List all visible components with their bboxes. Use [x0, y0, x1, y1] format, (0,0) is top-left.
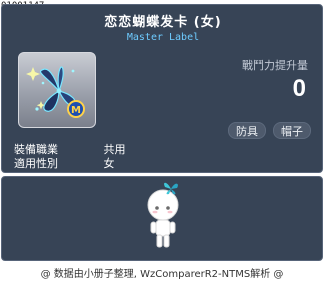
item-icon-frame: M — [18, 52, 96, 128]
power-increase-label: 戰鬥力提升量 — [242, 59, 308, 72]
item-label: Master Label — [126, 32, 200, 43]
category-tag-hat: 帽子 — [273, 122, 311, 139]
footer-credit: @ 数据由小册子整理, WzComparerR2-NTMS解析 @ — [40, 269, 284, 280]
power-increase-value: 0 — [292, 75, 306, 102]
character-preview — [147, 182, 179, 248]
item-name: 恋恋蝴蝶发卡 (女) — [104, 15, 222, 30]
gender-row: 適用性別 女 — [14, 155, 115, 171]
gender-label: 適用性別 — [14, 157, 58, 170]
item-tooltip-panel: 恋恋蝴蝶发卡 (女) Master Label M 戰鬥力提升量 0 防具 帽子… — [1, 4, 323, 173]
svg-text:M: M — [71, 105, 81, 116]
butterfly-hairpin-icon: M — [26, 66, 85, 118]
gender-value: 女 — [103, 157, 115, 170]
master-medal-icon: M — [67, 100, 85, 118]
character-preview-panel — [1, 176, 323, 261]
category-tag-armor: 防具 — [228, 122, 266, 139]
